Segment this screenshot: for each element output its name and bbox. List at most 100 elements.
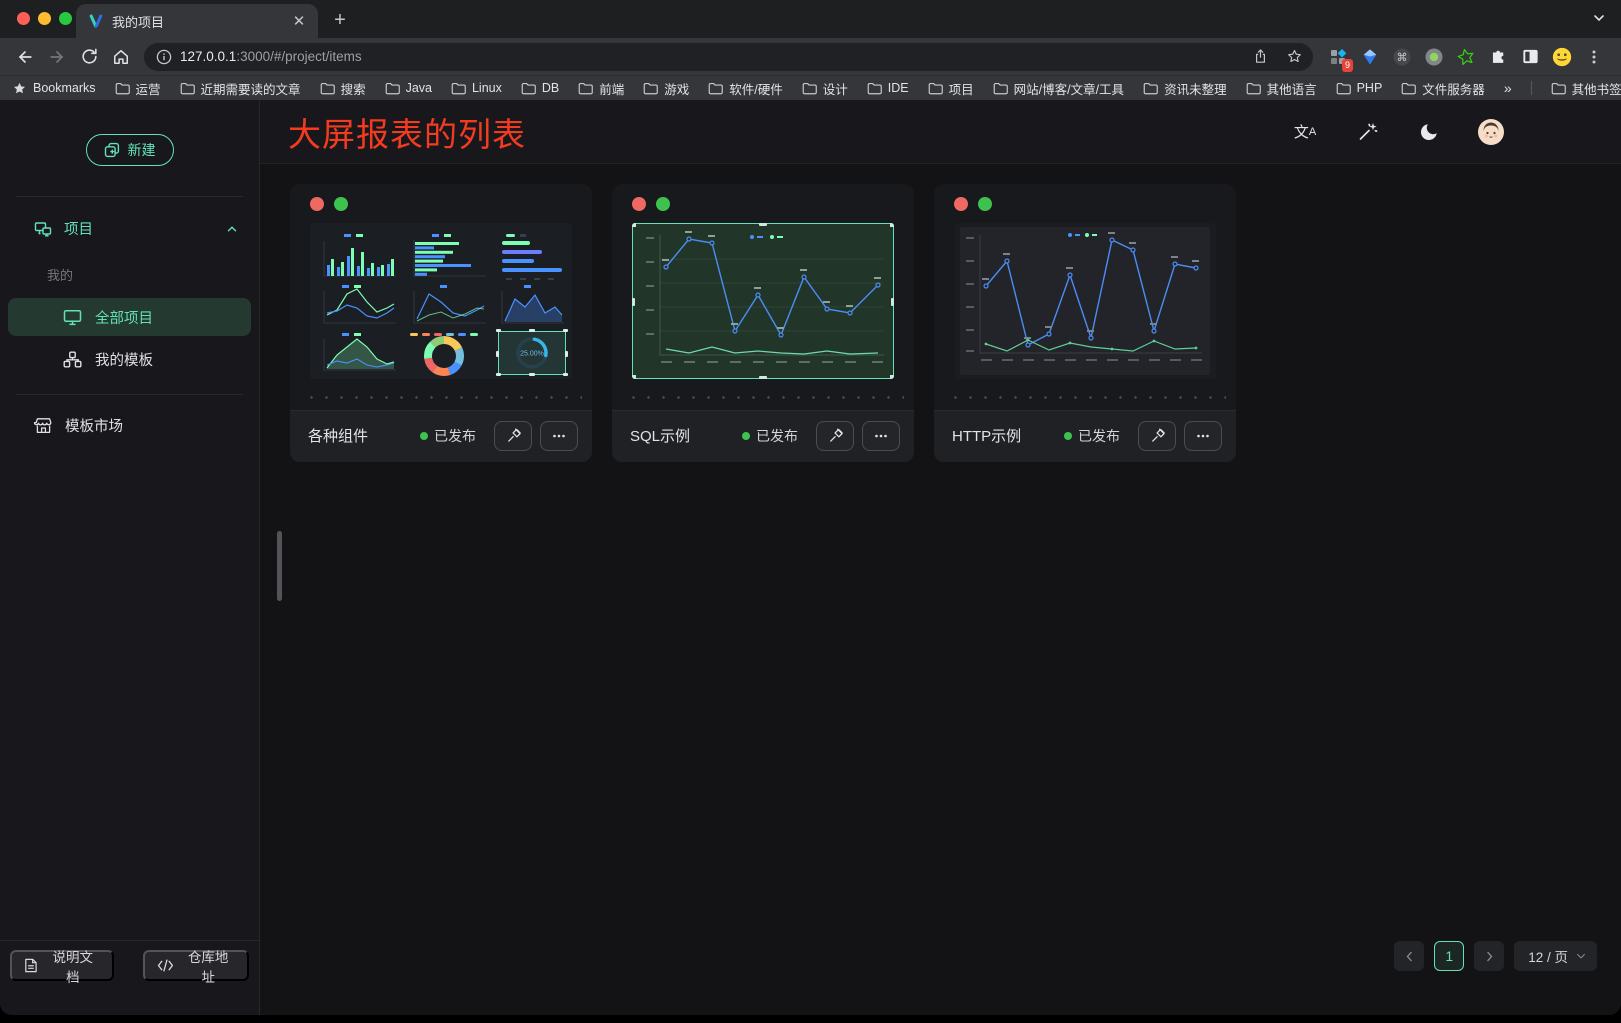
bookmark-folder-item[interactable]: DB <box>521 81 559 95</box>
folder-icon <box>578 82 593 95</box>
extension-command-icon[interactable]: ⌘ <box>1389 44 1415 70</box>
gauge-value: 25.00% <box>520 351 544 358</box>
bookmark-folder-item[interactable]: 资讯未整理 <box>1143 79 1227 98</box>
tab-search-chevron-icon[interactable] <box>1591 10 1607 26</box>
bookmark-folder-item[interactable]: 前端 <box>578 79 624 98</box>
zoom-window-button[interactable] <box>59 12 72 25</box>
browser-menu-icon[interactable] <box>1581 44 1607 70</box>
chevron-left-icon <box>1403 950 1416 963</box>
project-card: HTTP示例 已发布 <box>934 184 1236 462</box>
card-dotted-divider <box>300 396 582 399</box>
sidebar-section-my: 我的 <box>0 253 259 296</box>
ellipsis-icon <box>551 428 567 444</box>
bookmark-folder-item[interactable]: 运营 <box>115 79 161 98</box>
next-page-button[interactable] <box>1474 941 1504 971</box>
thumbnail-components-grid-chart: 25.00% <box>310 223 572 379</box>
more-actions-button[interactable] <box>540 421 578 451</box>
url-bar[interactable]: 127.0.0.1:3000/#/project/items <box>144 43 1313 71</box>
more-actions-button[interactable] <box>1184 421 1222 451</box>
bookmark-folder-item[interactable]: Linux <box>451 81 502 95</box>
storefront-icon <box>34 417 53 434</box>
tab-close-icon[interactable]: ✕ <box>290 12 308 30</box>
status-badge: 已发布 <box>420 426 476 446</box>
close-window-button[interactable] <box>17 12 30 25</box>
side-panel-icon[interactable] <box>1517 44 1543 70</box>
status-badge: 已发布 <box>742 426 798 446</box>
folder-icon <box>521 82 536 95</box>
sidebar-group-projects[interactable]: 项目 <box>0 197 259 253</box>
other-bookmarks-item[interactable]: 其他书签 <box>1551 79 1621 98</box>
extension-kite-icon[interactable] <box>1357 44 1383 70</box>
extension-puzzle-icon[interactable] <box>1485 44 1511 70</box>
status-dot <box>742 432 750 440</box>
bookmark-folder-item[interactable]: 游戏 <box>643 79 689 98</box>
home-button[interactable] <box>106 42 136 72</box>
minimize-window-button[interactable] <box>38 12 51 25</box>
bookmark-star-icon[interactable] <box>1281 44 1307 70</box>
extension-star-icon[interactable] <box>1453 44 1479 70</box>
current-page-button[interactable]: 1 <box>1434 941 1464 971</box>
svg-text:⌘: ⌘ <box>1397 52 1408 64</box>
bookmarks-manager-item[interactable]: Bookmarks <box>12 81 96 96</box>
browser-tab[interactable]: 我的项目 ✕ <box>76 4 318 38</box>
reload-button[interactable] <box>74 42 104 72</box>
app-root: 新建 项目 我的 全部 <box>0 100 1621 1015</box>
bookmark-folder-item[interactable]: 文件服务器 <box>1401 79 1485 98</box>
browser-toolbar: 127.0.0.1:3000/#/project/items 9 ⌘ <box>0 38 1621 75</box>
profile-avatar-emoji[interactable] <box>1549 44 1575 70</box>
prev-page-button[interactable] <box>1394 941 1424 971</box>
new-copy-plus-icon <box>104 142 120 158</box>
status-dot <box>420 432 428 440</box>
bookmark-folder-item[interactable]: 设计 <box>802 79 848 98</box>
bookmark-folder-item[interactable]: IDE <box>867 81 909 95</box>
url-text[interactable]: 127.0.0.1:3000/#/project/items <box>180 49 1239 64</box>
folder-icon <box>1246 82 1261 95</box>
sidebar-item-all-projects[interactable]: 全部项目 <box>8 298 251 336</box>
project-list-content: 25.00% 各种组件 已发布 <box>260 164 1621 1015</box>
sidebar-item-my-templates[interactable]: 我的模板 <box>8 340 251 378</box>
projects-icon <box>34 220 52 238</box>
more-actions-button[interactable] <box>862 421 900 451</box>
edit-project-button[interactable] <box>1138 421 1176 451</box>
folder-icon <box>180 82 195 95</box>
forward-button[interactable] <box>42 42 72 72</box>
chevron-up-icon[interactable] <box>225 222 239 236</box>
extension-record-icon[interactable] <box>1421 44 1447 70</box>
project-name: 各种组件 <box>308 425 420 446</box>
folder-icon <box>1143 82 1158 95</box>
bookmark-folder-item[interactable]: 搜索 <box>320 79 366 98</box>
thumbnail-sql-line-chart <box>632 223 894 379</box>
project-name: HTTP示例 <box>952 425 1064 446</box>
site-info-icon[interactable] <box>156 49 172 65</box>
sidebar-item-template-market[interactable]: 模板市场 <box>0 395 259 456</box>
bookmark-folder-item[interactable]: 近期需要读的文章 <box>180 79 301 98</box>
project-name: SQL示例 <box>630 425 742 446</box>
docs-button[interactable]: 说明文档 <box>10 950 114 981</box>
language-icon[interactable]: 文A <box>1291 118 1319 146</box>
sidebar: 新建 项目 我的 全部 <box>0 100 260 1015</box>
bookmark-folder-item[interactable]: 网站/博客/文章/工具 <box>993 79 1124 98</box>
project-thumbnail <box>954 223 1216 379</box>
red-dot <box>310 197 324 211</box>
bookmark-folder-item[interactable]: 软件/硬件 <box>708 79 782 98</box>
scrollbar-thumb[interactable] <box>277 531 282 601</box>
user-avatar[interactable] <box>1477 118 1505 146</box>
edit-project-button[interactable] <box>494 421 532 451</box>
back-button[interactable] <box>10 42 40 72</box>
new-tab-button[interactable]: + <box>326 6 354 34</box>
dark-mode-moon-icon[interactable] <box>1415 118 1443 146</box>
bookmark-folder-item[interactable]: 其他语言 <box>1246 79 1317 98</box>
bookmark-folder-item[interactable]: Java <box>385 81 432 95</box>
magic-wand-icon[interactable] <box>1353 118 1381 146</box>
hammer-icon <box>505 427 522 444</box>
edit-project-button[interactable] <box>816 421 854 451</box>
extension-blocks-icon[interactable]: 9 <box>1325 44 1351 70</box>
new-project-button[interactable]: 新建 <box>86 134 174 166</box>
page-size-select[interactable]: 12 / 页 <box>1514 941 1597 971</box>
bookmark-folder-item[interactable]: 项目 <box>928 79 974 98</box>
bookmarks-overflow-chevron[interactable]: » <box>1504 80 1512 96</box>
main-area: 大屏报表的列表 文A <box>260 100 1621 1015</box>
repo-button[interactable]: 仓库地址 <box>143 950 249 981</box>
share-icon[interactable] <box>1247 44 1273 70</box>
bookmark-folder-item[interactable]: PHP <box>1336 81 1383 95</box>
